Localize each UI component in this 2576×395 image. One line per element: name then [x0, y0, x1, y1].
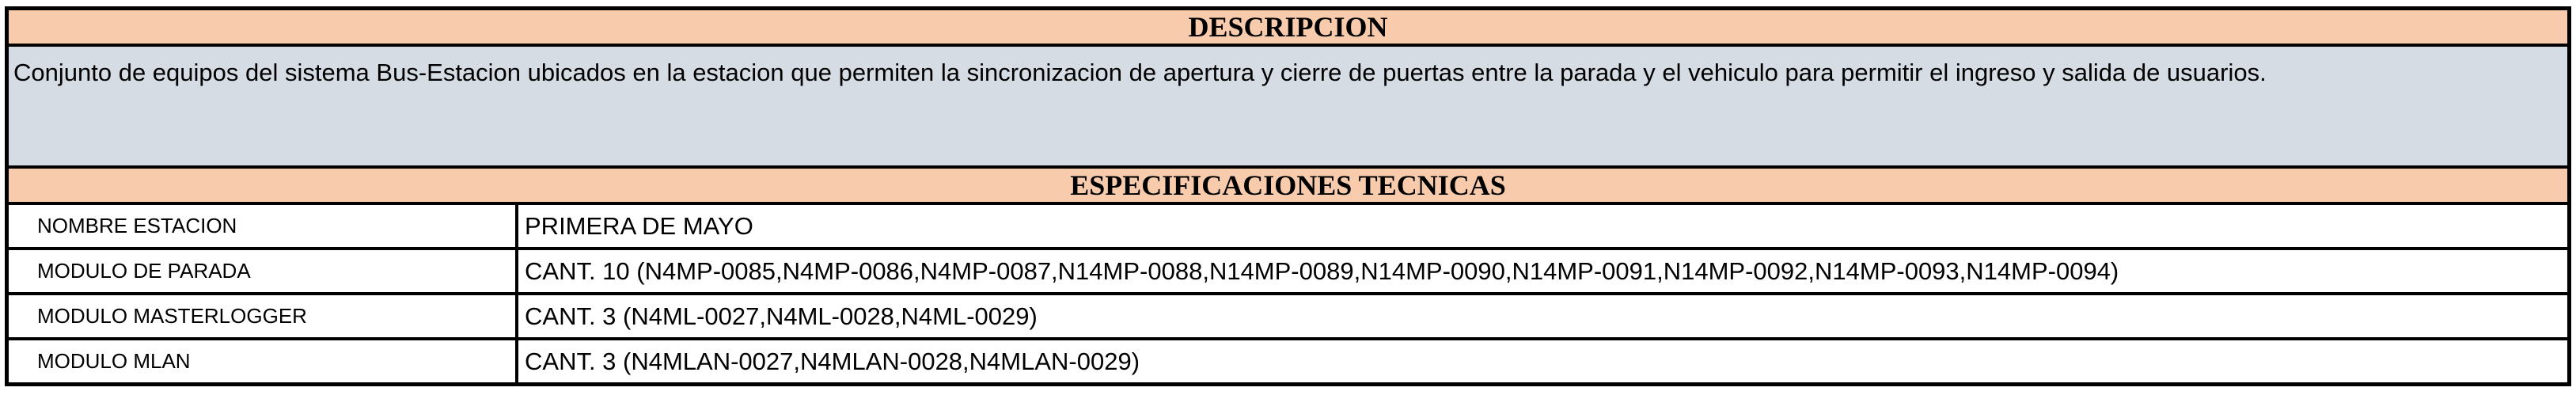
spec-value: PRIMERA DE MAYO: [525, 211, 753, 240]
specs-header: ESPECIFICACIONES TECNICAS: [9, 169, 2567, 205]
spec-label: NOMBRE ESTACION: [9, 205, 518, 247]
spec-sheet: DESCRIPCION Conjunto de equipos del sist…: [5, 6, 2571, 386]
description-header: DESCRIPCION: [9, 10, 2567, 47]
spec-value: CANT. 3 (N4MLAN-0027,N4MLAN-0028,N4MLAN-…: [525, 347, 1140, 375]
spec-label: MODULO DE PARADA: [9, 250, 518, 292]
description-text: Conjunto de equipos del sistema Bus-Esta…: [9, 47, 2567, 169]
spec-row: MODULO MASTERLOGGER CANT. 3 (N4ML-0027,N…: [9, 292, 2567, 337]
spec-value: CANT. 3 (N4ML-0027,N4ML-0028,N4ML-0029): [525, 302, 1038, 330]
spec-value: CANT. 10 (N4MP-0085,N4MP-0086,N4MP-0087,…: [525, 256, 2119, 285]
spec-row: NOMBRE ESTACION PRIMERA DE MAYO: [9, 205, 2567, 247]
spec-label: MODULO MASTERLOGGER: [9, 295, 518, 337]
spec-row: MODULO DE PARADA CANT. 10 (N4MP-0085,N4M…: [9, 247, 2567, 292]
spec-row: MODULO MLAN CANT. 3 (N4MLAN-0027,N4MLAN-…: [9, 337, 2567, 382]
spec-label: MODULO MLAN: [9, 340, 518, 382]
